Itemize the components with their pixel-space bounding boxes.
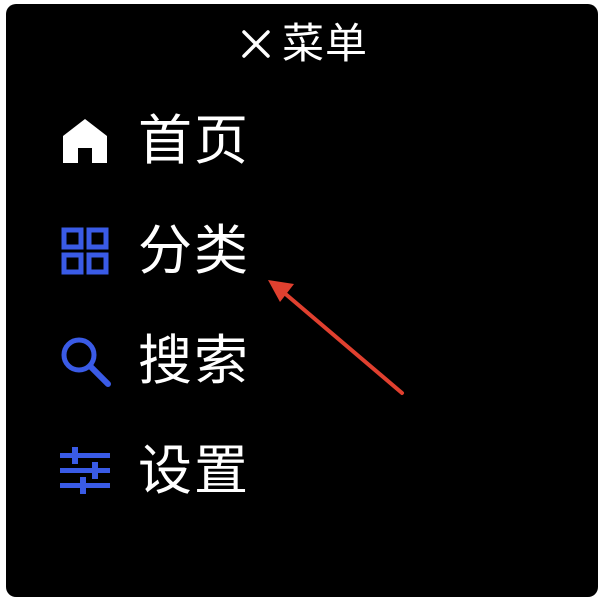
menu-item-label: 设置 [138,439,250,502]
menu-item-settings[interactable]: 设置 [58,416,538,526]
menu-header: 菜单 [6,14,598,74]
menu-list: 首页 分类 搜索 设置 [58,86,538,526]
sliders-icon [58,444,112,498]
menu-item-category[interactable]: 分类 [58,196,538,306]
menu-title: 菜单 [281,19,368,68]
close-button[interactable] [236,24,276,64]
menu-item-label: 搜索 [138,329,250,392]
search-icon [58,334,112,388]
grid-icon [58,224,112,278]
menu-item-search[interactable]: 搜索 [58,306,538,416]
menu-screen: 菜单 首页 分类 搜索 设置 [6,4,598,597]
close-icon [242,30,270,58]
menu-item-home[interactable]: 首页 [58,86,538,196]
home-icon [58,114,112,168]
menu-item-label: 分类 [138,219,250,282]
menu-item-label: 首页 [138,109,250,172]
